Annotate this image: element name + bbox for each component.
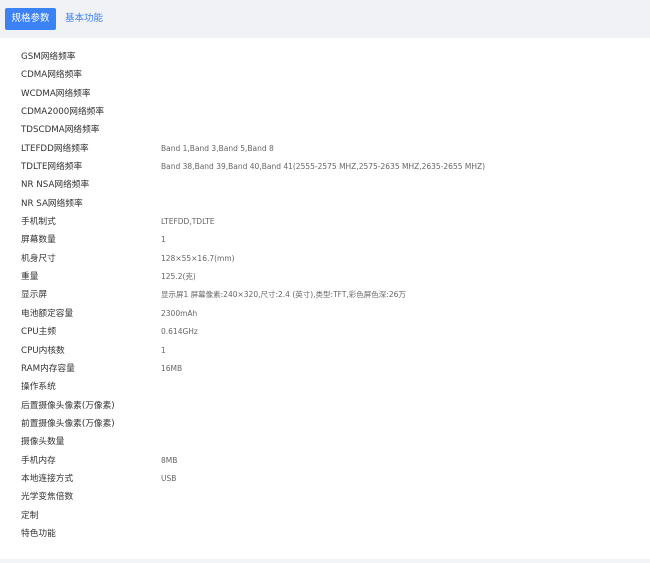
spec-label: NR NSA网络频率 [21, 180, 90, 191]
spec-value: Band 1,Band 3,Band 5,Band 8 [161, 143, 274, 153]
spec-value: 1 [161, 235, 166, 245]
spec-value: Band 38,Band 39,Band 40,Band 41(2555-257… [161, 162, 486, 172]
spec-label: 屏幕数量 [21, 235, 56, 246]
spec-label: 光学变焦倍数 [21, 492, 74, 503]
spec-label: WCDMA网络频率 [21, 88, 91, 99]
spec-row: 显示屏 显示屏1 屏幕像素:240×320,尺寸:2.4 (英寸),类型:TFT,… [21, 286, 621, 304]
spec-row: 摄像头数量 [21, 433, 621, 451]
spec-list: GSM网络频率 CDMA网络频率 WCDMA网络频率 CDMA2000网络频率 TDSC… [21, 48, 621, 543]
spec-row: 前置摄像头像素(万像素) [21, 415, 621, 433]
spec-label: 操作系统 [21, 382, 56, 393]
tab-bar: 规格参数 基本功能 [0, 0, 650, 38]
spec-row: 机身尺寸 128×55×16.7(mm) [21, 250, 621, 268]
spec-row: 特色功能 [21, 525, 621, 543]
spec-row: 定制 [21, 507, 621, 525]
spec-label: LTEFDD网络频率 [21, 143, 89, 154]
spec-value: 0.614GHz [161, 327, 198, 337]
spec-value: USB [161, 473, 177, 483]
spec-row: TDLTE网络频率 Band 38,Band 39,Band 40,Band 41… [21, 158, 621, 176]
spec-label: 后置摄像头像素(万像素) [21, 400, 115, 411]
spec-row: 后置摄像头像素(万像素) [21, 397, 621, 415]
spec-row: CPU主频 0.614GHz [21, 323, 621, 341]
spec-row: CPU内核数 1 [21, 342, 621, 360]
tab-basic-functions[interactable]: 基本功能 [65, 8, 103, 30]
spec-row: 手机内存 8MB [21, 452, 621, 470]
spec-label: CDMA2000网络频率 [21, 107, 105, 118]
spec-row: LTEFDD网络频率 Band 1,Band 3,Band 5,Band 8 [21, 140, 621, 158]
spec-label: NR SA网络频率 [21, 198, 83, 209]
spec-label: 手机内存 [21, 455, 56, 466]
spec-label: CPU主频 [21, 327, 57, 338]
spec-label: RAM内存容量 [21, 363, 75, 374]
spec-row: CDMA2000网络频率 [21, 103, 621, 121]
spec-label: 本地连接方式 [21, 473, 74, 484]
spec-row: TDSCDMA网络频率 [21, 121, 621, 139]
spec-row: 屏幕数量 1 [21, 231, 621, 249]
page-bottom-edge [0, 559, 650, 563]
spec-value: LTEFDD,TDLTE [161, 217, 215, 227]
spec-label: TDSCDMA网络频率 [21, 125, 100, 136]
spec-value: 1 [161, 345, 166, 355]
spec-label: 重量 [21, 272, 39, 283]
spec-label: CPU内核数 [21, 345, 65, 356]
spec-row: 电池额定容量 2300mAh [21, 305, 621, 323]
spec-label: 特色功能 [21, 528, 56, 539]
spec-row: NR NSA网络频率 [21, 176, 621, 194]
spec-label: 手机制式 [21, 217, 56, 228]
tab-specifications[interactable]: 规格参数 [5, 8, 56, 30]
spec-label: 定制 [21, 510, 39, 521]
spec-value: 显示屏1 屏幕像素:240×320,尺寸:2.4 (英寸),类型:TFT,彩色屏… [161, 290, 406, 300]
spec-row: WCDMA网络频率 [21, 85, 621, 103]
spec-panel: GSM网络频率 CDMA网络频率 WCDMA网络频率 CDMA2000网络频率 TDSC… [0, 38, 650, 563]
spec-value: 125.2(克) [161, 272, 196, 282]
spec-row: CDMA网络频率 [21, 66, 621, 84]
spec-label: 前置摄像头像素(万像素) [21, 418, 115, 429]
spec-label: GSM网络频率 [21, 52, 76, 62]
spec-value: 2300mAh [161, 308, 198, 318]
spec-label: CDMA网络频率 [21, 70, 82, 81]
spec-label: 显示屏 [21, 290, 48, 301]
spec-row: 操作系统 [21, 378, 621, 396]
spec-value: 128×55×16.7(mm) [161, 253, 235, 263]
spec-row: 光学变焦倍数 [21, 488, 621, 506]
spec-value: 16MB [161, 363, 183, 373]
spec-label: TDLTE网络频率 [21, 162, 83, 173]
spec-row: 手机制式 LTEFDD,TDLTE [21, 213, 621, 231]
spec-row: 本地连接方式 USB [21, 470, 621, 488]
spec-label: 电池额定容量 [21, 308, 74, 319]
spec-row: GSM网络频率 [21, 48, 621, 66]
spec-label: 机身尺寸 [21, 253, 56, 264]
spec-value: 8MB [161, 455, 178, 465]
spec-row: NR SA网络频率 [21, 195, 621, 213]
spec-row: 重量 125.2(克) [21, 268, 621, 286]
spec-label: 摄像头数量 [21, 437, 65, 448]
spec-row: RAM内存容量 16MB [21, 360, 621, 378]
